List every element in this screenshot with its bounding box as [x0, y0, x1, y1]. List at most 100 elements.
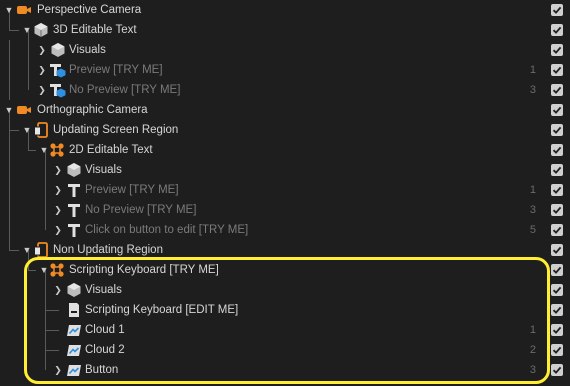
tree-row-label: No Preview [TRY ME] [69, 84, 181, 96]
cube-icon [33, 22, 49, 38]
chevron-down-icon[interactable]: ▼ [39, 140, 49, 160]
visibility-checkbox[interactable] [551, 104, 563, 116]
text-3d-icon [49, 82, 66, 98]
tree-row-label: Preview [TRY ME] [69, 64, 163, 76]
visibility-checkbox[interactable] [551, 244, 563, 256]
tree-row-label: Scripting Keyboard [EDIT ME] [85, 304, 239, 316]
tree-row-preview[interactable]: ❯ Preview [TRY ME] 1 [0, 180, 570, 200]
tree-row-click-on-button[interactable]: ❯ Click on button to edit [TRY ME] 5 [0, 220, 570, 240]
visuals-icon [66, 282, 82, 298]
tree-row-visuals[interactable]: ❯ Visuals [0, 160, 570, 180]
chevron-down-icon[interactable]: ▼ [22, 20, 32, 40]
tree-row-no-preview[interactable]: ❯ No Preview [TRY ME] 3 [0, 80, 570, 100]
tree-row-label: 2D Editable Text [69, 144, 153, 156]
tree-row-2d-editable-text[interactable]: ▼ 2D Editable Text [0, 140, 570, 160]
layer-count: 3 [529, 364, 536, 376]
tree-row-label: 3D Editable Text [53, 24, 137, 36]
visibility-checkbox[interactable] [551, 144, 563, 156]
image-icon [66, 322, 82, 338]
layer-count: 3 [529, 84, 536, 96]
chevron-right-icon[interactable]: ❯ [53, 220, 63, 240]
chevron-right-icon[interactable]: ❯ [37, 40, 47, 60]
chevron-right-icon[interactable]: ❯ [53, 200, 63, 220]
visibility-checkbox[interactable] [551, 184, 563, 196]
visibility-checkbox[interactable] [551, 304, 563, 316]
tree-row-scripting-keyboard-script[interactable]: Scripting Keyboard [EDIT ME] [0, 300, 570, 320]
tree-row-visuals[interactable]: ❯ Visuals [0, 280, 570, 300]
text-icon [66, 202, 82, 218]
tree-row-preview[interactable]: ❯ Preview [TRY ME] 1 [0, 60, 570, 80]
visuals-icon [50, 42, 66, 58]
chevron-right-icon[interactable]: ❯ [37, 80, 47, 100]
chevron-right-icon[interactable]: ❯ [53, 180, 63, 200]
visibility-checkbox[interactable] [551, 224, 563, 236]
tree-row-perspective-camera[interactable]: ▼ Perspective Camera [0, 0, 570, 20]
transform-icon [49, 262, 65, 278]
screen-region-icon [33, 242, 49, 258]
chevron-right-icon[interactable]: ❯ [37, 60, 47, 80]
layer-count: 1 [529, 184, 536, 196]
visibility-checkbox[interactable] [551, 4, 563, 16]
tree-row-label: Cloud 2 [85, 344, 125, 356]
tree-row-label: Scripting Keyboard [TRY ME] [69, 264, 219, 276]
tree-row-label: Button [85, 364, 119, 376]
tree-row-no-preview[interactable]: ❯ No Preview [TRY ME] 3 [0, 200, 570, 220]
layer-count: 1 [529, 64, 536, 76]
visibility-checkbox[interactable] [551, 64, 563, 76]
visibility-checkbox[interactable] [551, 164, 563, 176]
text-icon [66, 182, 82, 198]
scene-hierarchy: ▼ Perspective Camera ▼ 3D Editable Text … [0, 0, 570, 380]
tree-row-label: Updating Screen Region [53, 124, 179, 136]
camera-icon [16, 2, 32, 18]
transform-icon [49, 142, 65, 158]
screen-region-icon [33, 122, 49, 138]
camera-icon [16, 102, 32, 118]
text-3d-icon [49, 62, 66, 78]
tree-row-scripting-keyboard[interactable]: ▼ Scripting Keyboard [TRY ME] [0, 260, 570, 280]
tree-row-label: Preview [TRY ME] [85, 184, 179, 196]
chevron-right-icon[interactable]: ❯ [53, 160, 63, 180]
tree-row-button[interactable]: ❯ Button 3 [0, 360, 570, 380]
chevron-down-icon[interactable]: ▼ [4, 0, 14, 20]
visibility-checkbox[interactable] [551, 344, 563, 356]
chevron-down-icon[interactable]: ▼ [22, 240, 32, 260]
tree-row-label: Visuals [85, 164, 122, 176]
visuals-icon [66, 162, 82, 178]
layer-count: 1 [529, 324, 536, 336]
text-icon [66, 222, 82, 238]
tree-row-label: Click on button to edit [TRY ME] [85, 224, 249, 236]
layer-count: 5 [529, 224, 536, 236]
chevron-right-icon[interactable]: ❯ [53, 360, 63, 380]
tree-row-orthographic-camera[interactable]: ▼ Orthographic Camera [0, 100, 570, 120]
visibility-checkbox[interactable] [551, 264, 563, 276]
tree-row-3d-editable-text[interactable]: ▼ 3D Editable Text [0, 20, 570, 40]
chevron-right-icon[interactable]: ❯ [53, 280, 63, 300]
tree-row-updating-screen-region[interactable]: ▼ Updating Screen Region [0, 120, 570, 140]
visibility-checkbox[interactable] [551, 24, 563, 36]
tree-row-label: Perspective Camera [37, 4, 142, 16]
layer-count: 2 [529, 344, 536, 356]
chevron-down-icon[interactable]: ▼ [39, 260, 49, 280]
tree-row-label: Orthographic Camera [37, 104, 148, 116]
visibility-checkbox[interactable] [551, 124, 563, 136]
tree-row-cloud-2[interactable]: Cloud 2 2 [0, 340, 570, 360]
tree-row-label: Cloud 1 [85, 324, 125, 336]
script-icon [66, 302, 82, 318]
visibility-checkbox[interactable] [551, 44, 563, 56]
visibility-checkbox[interactable] [551, 364, 563, 376]
image-icon [66, 342, 82, 358]
visibility-checkbox[interactable] [551, 204, 563, 216]
tree-row-label: Non Updating Region [53, 244, 163, 256]
tree-row-visuals[interactable]: ❯ Visuals [0, 40, 570, 60]
visibility-checkbox[interactable] [551, 324, 563, 336]
chevron-down-icon[interactable]: ▼ [22, 120, 32, 140]
tree-row-label: Visuals [85, 284, 122, 296]
layer-count: 3 [529, 204, 536, 216]
chevron-down-icon[interactable]: ▼ [4, 100, 14, 120]
tree-row-label: Visuals [69, 44, 106, 56]
tree-row-cloud-1[interactable]: Cloud 1 1 [0, 320, 570, 340]
visibility-checkbox[interactable] [551, 84, 563, 96]
visibility-checkbox[interactable] [551, 284, 563, 296]
image-icon [66, 362, 82, 378]
tree-row-non-updating-region[interactable]: ▼ Non Updating Region [0, 240, 570, 260]
